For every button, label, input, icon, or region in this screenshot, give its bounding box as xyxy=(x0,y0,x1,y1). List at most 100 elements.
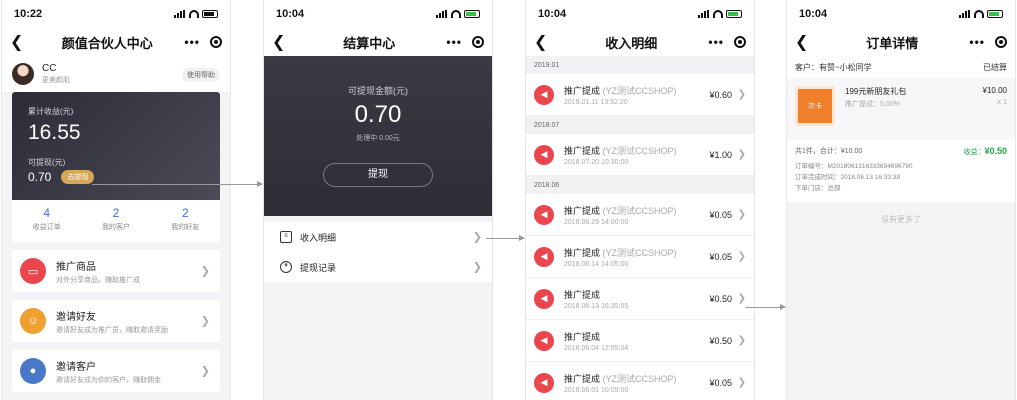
withdrawable-label: 可提现(元) xyxy=(28,158,66,167)
wifi-icon xyxy=(451,10,461,18)
stat-value: 4 xyxy=(43,206,50,220)
screen-order-details: 10:04 ❮ 订单详情 ••• 客户：有赞~小松同学 已结算 次卡 199元新… xyxy=(786,0,1016,400)
page-title: 收入明细 xyxy=(605,35,658,51)
product-price: ¥10.00 xyxy=(982,86,1007,95)
stat-friends[interactable]: 2 我的好友 xyxy=(151,200,220,242)
income-row[interactable]: ◀ 推广提成 (YZ测试CCSHOP) 2018.06.14 14:05:00 … xyxy=(526,236,754,278)
status-time: 10:04 xyxy=(538,8,567,20)
month-header: 2019.01 xyxy=(526,56,754,74)
megaphone-icon: ◀ xyxy=(534,204,554,225)
menu-invite-customers[interactable]: ● 邀请客户 邀请好友成为你的客户，赚取佣金 ❯ xyxy=(12,350,220,392)
chevron-right-icon: ❯ xyxy=(737,251,746,262)
megaphone-icon: ◀ xyxy=(534,84,554,105)
withdraw-button[interactable]: 提现 xyxy=(323,163,433,187)
income-row[interactable]: ◀ 推广提成 (YZ测试CCSHOP) 2018.07.20 10:30:00 … xyxy=(526,134,754,176)
income-amount: ¥0.50 xyxy=(709,293,732,304)
month-header: 2018.06 xyxy=(526,176,754,194)
menu-invite-friends[interactable]: ☺ 邀请好友 邀请好友成为推广员，赚取邀请奖励 ❯ xyxy=(12,300,220,342)
megaphone-icon: ◀ xyxy=(534,330,554,351)
close-miniapp-icon[interactable] xyxy=(734,36,746,48)
income-time: 2019.01.11 13:52:20 xyxy=(564,98,628,106)
user-name: CC xyxy=(42,63,57,74)
order-info: 共1件，合计：¥10.00 收益：¥0.50 订单编号：M20180613163… xyxy=(787,140,1015,202)
income-amount: ¥0.60 xyxy=(709,89,732,100)
back-icon[interactable]: ❮ xyxy=(272,32,292,52)
more-icon[interactable]: ••• xyxy=(969,35,985,49)
income-time: 2018.06.29 14:00:00 xyxy=(564,218,629,226)
income-row[interactable]: ◀ 推广提成 (YZ测试CCSHOP) 2019.01.11 13:52:20 … xyxy=(526,74,754,116)
income-shop: (YZ测试CCSHOP) xyxy=(602,85,677,96)
status-time: 10:22 xyxy=(14,8,43,20)
income-amount: ¥1.00 xyxy=(709,149,732,160)
menu-title: 邀请客户 xyxy=(56,361,96,373)
avatar xyxy=(12,63,34,85)
order-store: 下单门店：总部 xyxy=(795,185,841,192)
withdraw-button[interactable]: 去提现 xyxy=(61,170,95,184)
total-earnings-value: 16.55 xyxy=(28,121,81,144)
stat-orders[interactable]: 4 收益订单 xyxy=(12,200,81,242)
page-title: 颜值合伙人中心 xyxy=(61,35,153,51)
income-row[interactable]: ◀ 推广提成 2018.06.04 12:05:04 ¥0.50 ❯ xyxy=(526,320,754,362)
chevron-right-icon: ❯ xyxy=(737,149,746,160)
battery-icon xyxy=(726,10,742,18)
month-header: 2018.07 xyxy=(526,116,754,134)
menu-title: 推广商品 xyxy=(56,261,96,273)
user-icon: ● xyxy=(20,358,46,384)
income-row[interactable]: ◀ 推广提成 2018.06.13 16:35:05 ¥0.50 ❯ xyxy=(526,278,754,320)
megaphone-icon: ◀ xyxy=(534,288,554,309)
income-shop: (YZ测试CCSHOP) xyxy=(602,145,677,156)
income-row[interactable]: ◀ 推广提成 (YZ测试CCSHOP) 2018.06.01 10:09:00 … xyxy=(526,362,754,400)
chevron-right-icon: ❯ xyxy=(737,209,746,220)
stats-row: 4 收益订单 2 我的客户 2 我的好友 xyxy=(12,200,220,242)
withdraw-records-item[interactable]: ¥ 提现记录 ❯ xyxy=(264,252,492,282)
settlement-menu: ≡ 收入明细 ❯ ¥ 提现记录 ❯ xyxy=(264,222,492,282)
income-details-item[interactable]: ≡ 收入明细 ❯ xyxy=(264,222,492,252)
signal-icon xyxy=(436,10,448,18)
withdrawable-label: 可提现金额(元) xyxy=(348,86,408,96)
product-image: 次卡 xyxy=(795,86,835,126)
more-icon[interactable]: ••• xyxy=(708,35,724,49)
income-title: 推广提成 xyxy=(564,85,601,96)
pending-amount: 处理中 0.00元 xyxy=(356,135,400,142)
wifi-icon xyxy=(189,10,199,18)
order-status: 已结算 xyxy=(983,62,1007,72)
status-time: 10:04 xyxy=(276,8,305,20)
stat-label: 收益订单 xyxy=(32,224,61,231)
income-amount: ¥0.05 xyxy=(709,377,732,388)
back-icon[interactable]: ❮ xyxy=(795,32,815,52)
megaphone-icon: ◀ xyxy=(534,372,554,393)
nav-bar: ❮ 颜值合伙人中心 ••• xyxy=(2,28,230,56)
income-title: 推广提成 xyxy=(564,205,601,216)
close-miniapp-icon[interactable] xyxy=(995,36,1007,48)
income-row[interactable]: ◀ 推广提成 (YZ测试CCSHOP) 2018.06.29 14:00:00 … xyxy=(526,194,754,236)
income-title: 推广提成 xyxy=(564,331,601,342)
coin-icon: ¥ xyxy=(280,261,292,273)
close-miniapp-icon[interactable] xyxy=(210,36,222,48)
list-icon: ≡ xyxy=(280,231,292,243)
income-shop: (YZ测试CCSHOP) xyxy=(602,205,677,216)
chevron-right-icon: ❯ xyxy=(200,365,210,378)
more-icon[interactable]: ••• xyxy=(184,35,200,49)
page-title: 结算中心 xyxy=(343,35,396,51)
income-title: 推广提成 xyxy=(564,247,601,258)
no-more-text: 没有更多了 xyxy=(881,215,921,224)
item-label: 收入明细 xyxy=(300,232,337,243)
help-button[interactable]: 使用帮助 xyxy=(182,68,220,82)
back-icon[interactable]: ❮ xyxy=(10,32,30,52)
status-bar: 10:22 xyxy=(2,0,230,28)
commission-rate: 推广提成：5.00% xyxy=(845,101,900,108)
chevron-right-icon: ❯ xyxy=(737,335,746,346)
close-miniapp-icon[interactable] xyxy=(472,36,484,48)
more-icon[interactable]: ••• xyxy=(446,35,462,49)
income-time: 2018.06.14 14:05:00 xyxy=(564,260,629,268)
withdrawable-card: 可提现金额(元) 0.70 处理中 0.00元 提现 xyxy=(264,56,492,216)
nav-bar: ❮ 订单详情 ••• xyxy=(787,28,1015,56)
flow-arrow xyxy=(486,235,525,241)
order-item[interactable]: 次卡 199元新朋友礼包 推广提成：5.00% ¥10.00 x 1 xyxy=(787,78,1015,140)
screen-partner-center: 10:22 ❮ 颜值合伙人中心 ••• CC 更美颜肌 使用帮助 累计收益(元)… xyxy=(1,0,231,400)
back-icon[interactable]: ❮ xyxy=(534,32,554,52)
status-bar: 10:04 xyxy=(526,0,754,28)
menu-promote-products[interactable]: ▭ 推广商品 对外分享商品，赚取推广成 ❯ xyxy=(12,250,220,292)
chevron-right-icon: ❯ xyxy=(472,231,482,244)
stat-customers[interactable]: 2 我的客户 xyxy=(81,200,150,242)
